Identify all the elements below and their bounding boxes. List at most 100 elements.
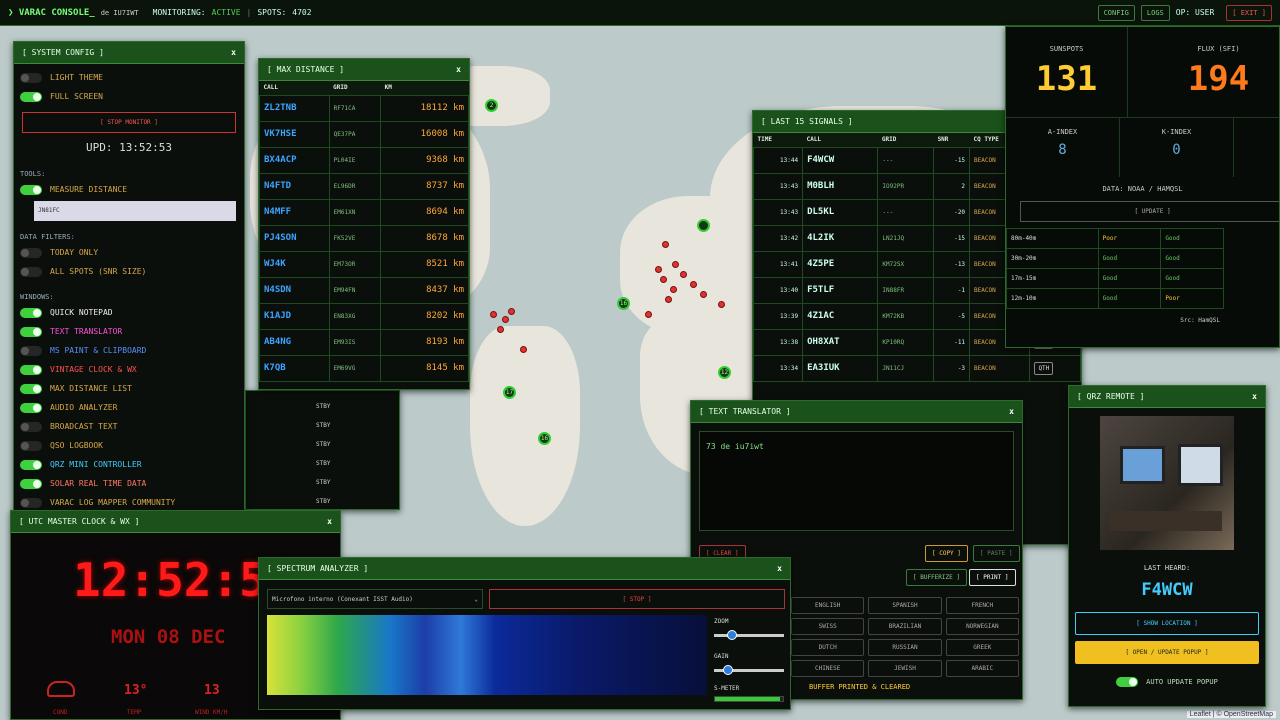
window-title: [ SPECTRUM ANALYZER ]: [267, 564, 369, 573]
measure-distance-toggle[interactable]: [20, 184, 42, 195]
table-row[interactable]: BX4ACP PL04IE 9368 km: [259, 146, 469, 174]
callsign-cell: N4FTD: [259, 172, 330, 200]
language-button-russian[interactable]: RUSSIAN: [868, 639, 942, 656]
language-button-brazilian[interactable]: BRAZILIAN: [868, 618, 942, 635]
distance-cell: 8145 km: [380, 354, 469, 382]
table-row[interactable]: 13:34 EA3IUK JN11CJ -3 BEACON QTH: [753, 354, 1081, 382]
table-row[interactable]: WJ4K EM73OR 8521 km: [259, 250, 469, 278]
window-header[interactable]: [ SYSTEM CONFIG ] x: [14, 42, 244, 64]
close-icon[interactable]: x: [1252, 392, 1257, 401]
table-row[interactable]: ZL2TNB RF71CA 18112 km: [259, 94, 469, 122]
grid-cell: QE37PA: [328, 120, 382, 148]
window-header[interactable]: [ TEXT TRANSLATOR ] x: [691, 401, 1022, 423]
copy-button[interactable]: [ COPY ]: [925, 545, 968, 562]
vintage-clock-toggle[interactable]: [20, 364, 42, 375]
language-button-arabic[interactable]: ARABIC: [945, 660, 1019, 677]
table-row[interactable]: PJ4SON FK52VE 8678 km: [259, 224, 469, 252]
exit-button[interactable]: [ EXIT ]: [1226, 4, 1272, 21]
gain-slider[interactable]: [714, 665, 784, 675]
solar-data-window: SUNSPOTS 131 FLUX (SFI) 194 A-INDEX 8 K-I…: [1005, 26, 1280, 348]
language-button-dutch[interactable]: DUTCH: [791, 639, 865, 656]
table-row[interactable]: VK7HSE QE37PA 16008 km: [259, 120, 469, 148]
language-button-swiss[interactable]: SWISS: [791, 618, 865, 635]
audio-device-select[interactable]: Microfono interno (Conexant ISST Audio) ⌄: [267, 589, 483, 609]
qso-logbook-toggle[interactable]: [20, 440, 42, 451]
today-only-toggle[interactable]: [20, 247, 42, 258]
qrz-controller-toggle[interactable]: [20, 459, 42, 470]
solar-data-toggle[interactable]: [20, 478, 42, 489]
data-source: DATA: NOAA / HAMQSL: [1102, 185, 1183, 193]
audio-analyzer-toggle[interactable]: [20, 402, 42, 413]
toggle-label: MAX DISTANCE LIST: [50, 384, 132, 393]
language-button-norwegian[interactable]: NORWEGIAN: [945, 618, 1019, 635]
table-row[interactable]: N4FTD EL96DR 8737 km: [259, 172, 469, 200]
table-row[interactable]: K1AJD EN83XG 8202 km: [259, 302, 469, 330]
close-icon[interactable]: x: [777, 564, 782, 573]
translator-status: BUFFER PRINTED & CLEARED: [809, 683, 911, 691]
log-mapper-toggle[interactable]: [20, 497, 42, 508]
stop-button[interactable]: [ STOP ]: [489, 589, 785, 609]
callsign-cell: K1AJD: [259, 302, 330, 330]
band-day-cell: Good: [1097, 288, 1162, 309]
window-header[interactable]: [ UTC MASTER CLOCK & WX ] x: [11, 511, 340, 533]
paint-clipboard-toggle[interactable]: [20, 345, 42, 356]
map-attribution[interactable]: Leaflet | © OpenStreetMap: [1186, 711, 1276, 718]
band-band-cell: 17m-15m: [1006, 268, 1099, 289]
qth-button[interactable]: QTH: [1034, 361, 1054, 375]
window-header[interactable]: [ QRZ REMOTE ] x: [1069, 386, 1265, 408]
monitoring-label: MONITORING:: [152, 8, 206, 17]
light-theme-toggle[interactable]: [20, 72, 42, 83]
window-header[interactable]: [ SPECTRUM ANALYZER ] x: [259, 558, 790, 580]
toggle-label: AUTO UPDATE POPUP: [1146, 677, 1218, 686]
quick-notepad-toggle[interactable]: [20, 307, 42, 318]
auto-update-toggle[interactable]: [1116, 676, 1139, 687]
window-title: [ LAST 15 SIGNALS ]: [761, 117, 853, 126]
broadcast-text-toggle[interactable]: [20, 421, 42, 432]
translator-text-area[interactable]: 73 de iu7iwt: [699, 431, 1014, 531]
table-row[interactable]: N4SDN EM94FN 8437 km: [259, 276, 469, 304]
stop-monitor-button[interactable]: [ STOP MONITOR ]: [22, 112, 236, 133]
all-spots-toggle[interactable]: [20, 266, 42, 277]
close-icon[interactable]: x: [231, 48, 236, 57]
language-button-french[interactable]: FRENCH: [945, 597, 1019, 614]
paste-button[interactable]: [ PASTE ]: [973, 545, 1020, 562]
close-icon[interactable]: x: [1009, 407, 1014, 416]
language-button-english[interactable]: ENGLISH: [791, 597, 865, 614]
column-header: GRID: [329, 81, 381, 95]
window-header[interactable]: [ MAX DISTANCE ] x: [259, 59, 469, 81]
language-button-chinese[interactable]: CHINESE: [791, 660, 865, 677]
callsign-cell: DL5KL: [802, 198, 879, 226]
language-button-jewish[interactable]: JEWISH: [868, 660, 942, 677]
text-translator-toggle[interactable]: [20, 326, 42, 337]
close-icon[interactable]: x: [456, 65, 461, 74]
table-row[interactable]: N4MFF EM61XN 8694 km: [259, 198, 469, 226]
k-index-label: K-INDEX: [1161, 128, 1192, 136]
config-button[interactable]: CONFIG: [1097, 4, 1135, 21]
logs-button[interactable]: LOGS: [1140, 4, 1170, 21]
open-popup-button[interactable]: [ OPEN / UPDATE POPUP ]: [1075, 641, 1259, 664]
grid-input[interactable]: JN81FC: [34, 201, 236, 221]
update-button[interactable]: [ UPDATE ]: [1020, 201, 1279, 222]
band-day-cell: Good: [1097, 268, 1162, 289]
bufferize-button[interactable]: [ BUFFERIZE ]: [906, 569, 967, 586]
close-icon[interactable]: x: [327, 517, 332, 526]
callsign-cell: OH8XAT: [802, 328, 879, 356]
toggle-label: QRZ MINI CONTROLLER: [50, 460, 142, 469]
table-row[interactable]: K7QB EM69VG 8145 km: [259, 354, 469, 382]
stby-status: STBY: [316, 460, 331, 467]
toggle-label: ALL SPOTS (SNR SIZE): [50, 267, 147, 276]
show-location-button[interactable]: [ SHOW LOCATION ]: [1075, 612, 1259, 635]
language-button-spanish[interactable]: SPANISH: [868, 597, 942, 614]
band-day-cell: Poor: [1097, 228, 1162, 249]
snr-cell: -5: [933, 302, 971, 330]
grid-cell: FK52VE: [328, 224, 382, 252]
gain-label: GAIN: [714, 653, 729, 660]
column-header: CALL: [802, 133, 878, 147]
zoom-slider[interactable]: [714, 630, 784, 640]
print-button[interactable]: [ PRINT ]: [969, 569, 1016, 586]
max-distance-toggle[interactable]: [20, 383, 42, 394]
full-screen-toggle[interactable]: [20, 91, 42, 102]
language-button-greek[interactable]: GREEK: [945, 639, 1019, 656]
snr-cell: -3: [933, 354, 971, 382]
table-row[interactable]: AB4NG EM93IS 8193 km: [259, 328, 469, 356]
